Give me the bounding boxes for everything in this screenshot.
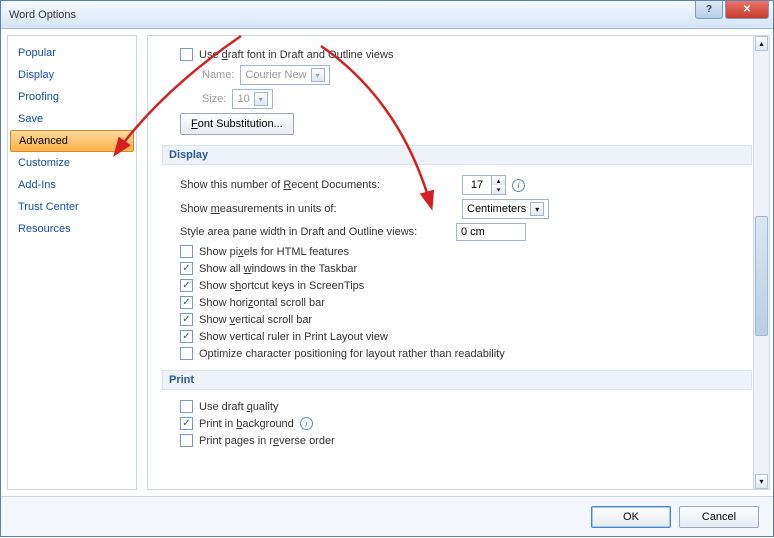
section-display-header: Display: [162, 145, 752, 165]
use-draft-font-checkbox[interactable]: [180, 48, 193, 61]
dialog-footer: OK Cancel: [1, 496, 773, 536]
optimize-char-checkbox[interactable]: [180, 347, 193, 360]
sidebar-item-popular[interactable]: Popular: [8, 42, 136, 64]
print-bg-checkbox[interactable]: ✓: [180, 417, 193, 430]
font-size-label: Size:: [202, 93, 226, 105]
show-pixels-checkbox[interactable]: [180, 245, 193, 258]
sidebar-item-advanced[interactable]: Advanced: [10, 130, 134, 152]
titlebar: Word Options ? ✕: [1, 1, 773, 29]
sidebar-item-addins[interactable]: Add-Ins: [8, 174, 136, 196]
font-name-label: Name:: [202, 69, 234, 81]
word-options-dialog: Word Options ? ✕ Popular Display Proofin…: [0, 0, 774, 537]
close-button[interactable]: ✕: [725, 1, 769, 19]
draft-quality-checkbox[interactable]: [180, 400, 193, 413]
sidebar: Popular Display Proofing Save Advanced C…: [7, 35, 137, 490]
print-reverse-checkbox[interactable]: [180, 434, 193, 447]
recent-docs-label: Show this number of Recent Documents:: [180, 179, 430, 191]
chevron-down-icon: ▾: [311, 68, 325, 82]
optimize-char-label: Optimize character positioning for layou…: [199, 348, 505, 360]
units-combo[interactable]: Centimeters ▾: [462, 199, 549, 219]
font-name-combo: Courier New ▾: [240, 65, 329, 85]
show-vruler-checkbox[interactable]: ✓: [180, 330, 193, 343]
sidebar-item-proofing[interactable]: Proofing: [8, 86, 136, 108]
sidebar-item-customize[interactable]: Customize: [8, 152, 136, 174]
section-print-header: Print: [162, 370, 752, 390]
font-size-combo: 10 ▾: [232, 89, 272, 109]
help-button[interactable]: ?: [695, 1, 723, 19]
show-shortcut-label: Show shortcut keys in ScreenTips: [199, 280, 364, 292]
info-icon[interactable]: i: [300, 417, 313, 430]
sidebar-item-resources[interactable]: Resources: [8, 218, 136, 240]
print-reverse-label: Print pages in reverse order: [199, 435, 335, 447]
draft-quality-label: Use draft quality: [199, 401, 279, 413]
cancel-button[interactable]: Cancel: [679, 506, 759, 528]
units-label: Show measurements in units of:: [180, 203, 430, 215]
show-pixels-label: Show pixels for HTML features: [199, 246, 349, 258]
recent-docs-input[interactable]: [463, 176, 491, 194]
show-windows-checkbox[interactable]: ✓: [180, 262, 193, 275]
scroll-up-icon[interactable]: ▴: [755, 36, 768, 51]
scroll-down-icon[interactable]: ▾: [755, 474, 768, 489]
style-pane-input[interactable]: [456, 223, 526, 241]
chevron-down-icon: ▾: [254, 92, 268, 106]
font-substitution-button[interactable]: Font Substitution...: [180, 113, 294, 135]
style-pane-label: Style area pane width in Draft and Outli…: [180, 226, 450, 238]
recent-docs-spinner[interactable]: ▴▾: [462, 175, 506, 195]
ok-button[interactable]: OK: [591, 506, 671, 528]
sidebar-item-trust-center[interactable]: Trust Center: [8, 196, 136, 218]
sidebar-item-save[interactable]: Save: [8, 108, 136, 130]
show-shortcut-checkbox[interactable]: ✓: [180, 279, 193, 292]
show-windows-label: Show all windows in the Taskbar: [199, 263, 357, 275]
options-pane: Use draft font in Draft and Outline view…: [147, 35, 767, 490]
show-vscroll-label: Show vertical scroll bar: [199, 314, 312, 326]
use-draft-font-label: Use draft font in Draft and Outline view…: [199, 49, 393, 61]
window-title: Word Options: [9, 9, 76, 21]
sidebar-item-display[interactable]: Display: [8, 64, 136, 86]
chevron-down-icon[interactable]: ▾: [530, 202, 544, 216]
spin-up-icon[interactable]: ▴: [491, 176, 505, 185]
info-icon[interactable]: i: [512, 179, 525, 192]
vertical-scrollbar[interactable]: ▴ ▾: [753, 35, 770, 490]
show-hscroll-checkbox[interactable]: ✓: [180, 296, 193, 309]
scroll-thumb[interactable]: [755, 216, 768, 336]
show-vscroll-checkbox[interactable]: ✓: [180, 313, 193, 326]
print-bg-label: Print in background: [199, 418, 294, 430]
content-area: Use draft font in Draft and Outline view…: [137, 29, 773, 496]
show-vruler-label: Show vertical ruler in Print Layout view: [199, 331, 388, 343]
show-hscroll-label: Show horizontal scroll bar: [199, 297, 325, 309]
spin-down-icon[interactable]: ▾: [491, 185, 505, 194]
